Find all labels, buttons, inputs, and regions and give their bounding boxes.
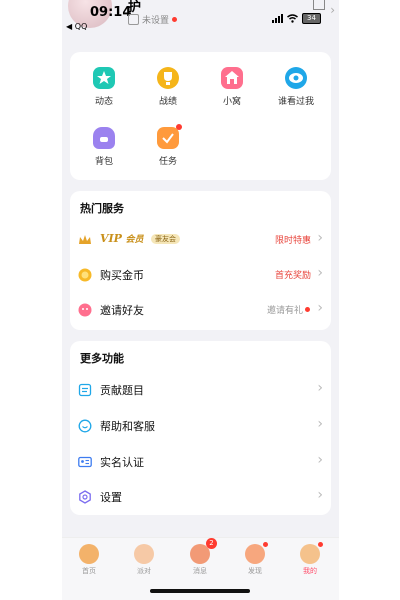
notification-dot xyxy=(176,124,182,130)
trophy-icon xyxy=(157,67,179,89)
notification-dot xyxy=(263,542,268,547)
chevron-right-icon: › xyxy=(317,265,323,281)
grid-item-backpack[interactable]: 背包 xyxy=(79,127,129,167)
grid-item-label: 背包 xyxy=(94,157,113,167)
backpack-icon xyxy=(93,127,115,149)
profile-status-text: 未设置 xyxy=(142,16,170,26)
grid-item-label: 动态 xyxy=(94,97,113,107)
vip-promo-tag: 限时特惠 xyxy=(274,236,311,246)
home-indicator xyxy=(150,589,250,593)
vip-row[interactable]: VIP 会员 豪友会 限时特惠 › xyxy=(70,222,331,258)
vip-club-badge: 豪友会 xyxy=(150,234,180,244)
coins-promo-tag: 首充奖励 xyxy=(274,271,311,281)
status-time: 09:14 xyxy=(90,5,132,20)
coin-icon xyxy=(78,268,92,282)
discover-icon xyxy=(245,542,268,564)
grid-item-visitors[interactable]: 谁看过我 xyxy=(271,67,321,107)
party-icon xyxy=(134,544,154,564)
grid-item-nest[interactable]: 小窝 xyxy=(207,67,257,107)
contribute-label: 贡献题目 xyxy=(100,384,144,397)
hot-services-card: 热门服务 VIP 会员 豪友会 限时特惠 › 购买金币 首充奖励 › 邀请好友 … xyxy=(70,191,331,330)
battery-icon: 34 xyxy=(302,13,321,24)
notification-dot xyxy=(172,17,178,22)
tab-label: 我的 xyxy=(303,567,317,575)
tab-me[interactable]: 我的 xyxy=(290,542,330,576)
profile-status[interactable]: 未设置 xyxy=(128,13,178,26)
chevron-right-icon: › xyxy=(317,230,323,246)
invite-icon xyxy=(78,303,92,317)
phone-screen: 09:14 ◀ QQ 护 未设置 › 34 动态 战绩 小窝 谁看过我 背包 任… xyxy=(62,0,339,600)
chevron-right-icon: › xyxy=(317,487,323,503)
qr-code-icon[interactable] xyxy=(313,0,325,10)
tab-label: 消息 xyxy=(193,567,207,575)
section-title: 热门服务 xyxy=(80,202,124,215)
grid-item-moments[interactable]: 动态 xyxy=(79,67,129,107)
wifi-icon xyxy=(287,14,298,23)
document-icon xyxy=(78,383,92,397)
settings-label: 设置 xyxy=(100,491,122,504)
id-card-icon xyxy=(78,456,92,468)
tab-messages[interactable]: 2 消息 xyxy=(180,538,220,576)
invite-friends-row[interactable]: 邀请好友 邀请有礼 › xyxy=(70,292,331,328)
buy-coins-row[interactable]: 购买金币 首充奖励 › xyxy=(70,257,331,293)
contribute-questions-row[interactable]: 贡献题目 › xyxy=(70,372,331,408)
eye-icon xyxy=(285,67,307,89)
chevron-right-icon: › xyxy=(317,300,323,316)
tab-party[interactable]: 派对 xyxy=(124,544,164,576)
chevron-right-icon: › xyxy=(317,452,323,468)
signal-icon xyxy=(272,14,283,23)
notification-dot xyxy=(305,307,310,312)
bottom-tab-bar: 首页 派对 2 消息 发现 我的 xyxy=(62,537,339,600)
star-icon xyxy=(93,67,115,89)
grid-item-tasks[interactable]: 任务 xyxy=(143,124,193,167)
settings-row[interactable]: 设置 › xyxy=(70,479,331,515)
tab-home[interactable]: 首页 xyxy=(69,544,109,576)
home-icon xyxy=(79,544,99,564)
help-label: 帮助和客服 xyxy=(100,420,155,433)
invite-friends-label: 邀请好友 xyxy=(100,304,144,317)
unread-count-badge: 2 xyxy=(206,538,217,549)
message-icon: 2 xyxy=(190,538,217,564)
real-name-label: 实名认证 xyxy=(100,456,144,469)
task-icon xyxy=(157,124,182,149)
support-icon xyxy=(78,419,92,433)
grid-item-label: 小窝 xyxy=(222,97,241,107)
grid-item-record[interactable]: 战绩 xyxy=(143,67,193,107)
crown-icon xyxy=(79,235,91,244)
chevron-right-icon: › xyxy=(317,416,323,432)
house-icon xyxy=(221,67,243,89)
grid-item-label: 任务 xyxy=(158,157,177,167)
profile-icon xyxy=(300,542,323,564)
tab-discover[interactable]: 发现 xyxy=(235,542,275,576)
tab-label: 发现 xyxy=(248,567,262,575)
settings-icon xyxy=(79,490,91,504)
chevron-right-icon: › xyxy=(317,380,323,396)
chevron-right-icon[interactable]: › xyxy=(330,3,335,17)
buy-coins-label: 购买金币 xyxy=(100,269,144,282)
tab-label: 首页 xyxy=(82,567,96,575)
status-icon xyxy=(128,14,139,25)
quick-access-grid: 动态 战绩 小窝 谁看过我 背包 任务 xyxy=(70,52,331,180)
vip-label: VIP 会员 豪友会 xyxy=(100,232,180,245)
notification-dot xyxy=(318,542,323,547)
system-status-icons: 34 xyxy=(272,13,321,24)
more-functions-card: 更多功能 贡献题目 › 帮助和客服 › 实名认证 › 设置 › xyxy=(70,341,331,515)
grid-item-label: 战绩 xyxy=(158,97,177,107)
section-title: 更多功能 xyxy=(80,352,124,365)
real-name-auth-row[interactable]: 实名认证 › xyxy=(70,444,331,480)
back-to-app-link[interactable]: ◀ QQ xyxy=(66,22,87,31)
help-support-row[interactable]: 帮助和客服 › xyxy=(70,408,331,444)
tab-label: 派对 xyxy=(137,567,151,575)
invite-reward-tag: 邀请有礼 xyxy=(266,306,303,316)
grid-item-label: 谁看过我 xyxy=(277,97,314,107)
